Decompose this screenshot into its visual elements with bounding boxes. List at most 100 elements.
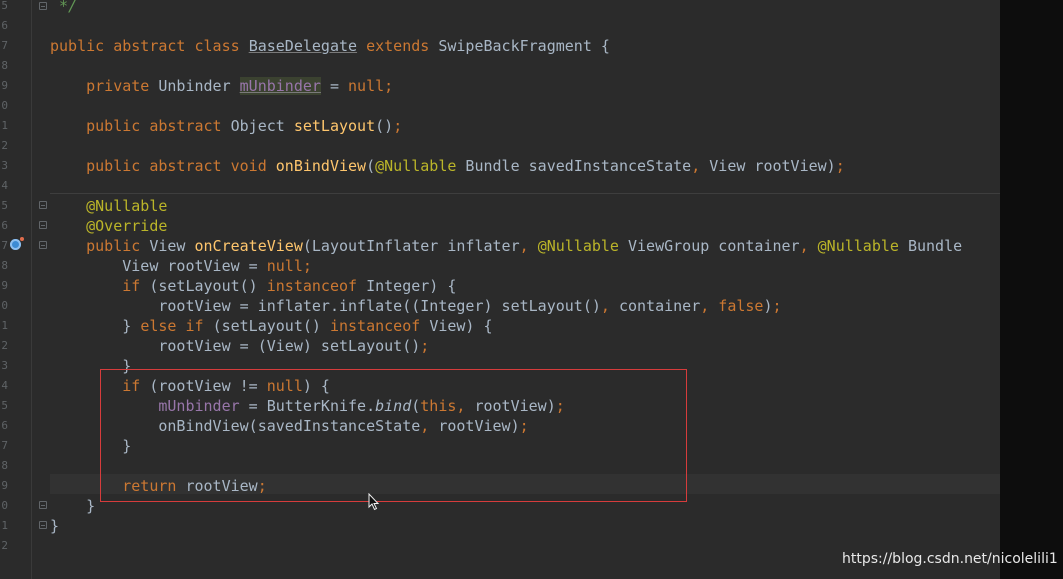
fold-icon[interactable] [39, 241, 47, 249]
code-token: , [600, 297, 619, 315]
line-number[interactable]: 3 [0, 356, 8, 376]
code-token: instanceof [266, 277, 367, 295]
code-token: View rootView) [709, 157, 836, 175]
code-token: (setLayout() [212, 317, 330, 335]
code-token: , [519, 237, 538, 255]
line-number[interactable]: 4 [0, 376, 8, 396]
line-number[interactable]: 9 [0, 276, 8, 296]
code-token: onCreateView [194, 237, 303, 255]
code-token: } [50, 497, 96, 515]
code-line[interactable]: } [50, 516, 59, 536]
code-token: = [320, 77, 349, 95]
code-line[interactable]: @Override [50, 216, 167, 236]
code-line[interactable]: private Unbinder mUnbinder = null; [50, 76, 393, 96]
code-token: @Nullable [817, 237, 899, 255]
line-number[interactable]: 2 [0, 536, 8, 556]
code-token: , [691, 157, 710, 175]
fold-icon[interactable] [39, 221, 47, 229]
line-number[interactable]: 6 [0, 416, 8, 436]
code-token: else if [140, 317, 213, 335]
line-number[interactable]: 5 [0, 196, 8, 216]
code-token: , [700, 297, 719, 315]
code-token: Integer) { [366, 277, 457, 295]
code-token: View) { [429, 317, 493, 335]
line-number[interactable]: 9 [0, 76, 8, 96]
code-token: */ [50, 0, 78, 15]
method-separator [50, 193, 1000, 194]
line-number[interactable]: 5 [0, 396, 8, 416]
code-token: } [50, 517, 60, 535]
line-number[interactable]: 6 [0, 16, 8, 36]
editor-gutter[interactable]: 5678901234567890123456789012 [0, 0, 32, 579]
line-number[interactable]: 8 [0, 56, 8, 76]
line-number[interactable]: 7 [0, 236, 8, 256]
line-number[interactable]: 8 [0, 256, 8, 276]
code-token: ( [366, 157, 376, 175]
line-number[interactable]: 7 [0, 436, 8, 456]
line-number[interactable]: 1 [0, 116, 8, 136]
line-number[interactable]: 0 [0, 96, 8, 116]
code-line[interactable]: rootView = (View) setLayout(); [50, 336, 429, 356]
line-number[interactable]: 3 [0, 156, 8, 176]
code-token: public abstract void [50, 157, 276, 175]
code-token: instanceof [329, 317, 430, 335]
code-token: onBindView [275, 157, 367, 175]
code-line[interactable]: } [50, 496, 95, 516]
code-line[interactable]: public abstract class BaseDelegate exten… [50, 36, 610, 56]
code-token: BaseDelegate [248, 37, 358, 55]
code-line[interactable]: public abstract void onBindView(@Nullabl… [50, 156, 845, 176]
code-token: public abstract [50, 117, 231, 135]
code-token: (setLayout() [149, 277, 267, 295]
line-number[interactable]: 1 [0, 516, 8, 536]
mouse-pointer-icon [368, 493, 380, 511]
code-token: (LayoutInflater inflater [302, 237, 520, 255]
line-number[interactable]: 7 [0, 36, 8, 56]
line-number[interactable]: 2 [0, 136, 8, 156]
line-number[interactable]: 0 [0, 496, 8, 516]
code-token: View [149, 237, 195, 255]
code-token: View rootView = [50, 257, 267, 275]
code-editor[interactable]: 5678901234567890123456789012 */public ab… [0, 0, 1000, 579]
gutter-divider [31, 0, 32, 579]
code-token: @Nullable [375, 157, 457, 175]
code-line[interactable]: public abstract Object setLayout(); [50, 116, 402, 136]
line-number[interactable]: 0 [0, 296, 8, 316]
window-edge [1000, 0, 1063, 579]
code-line[interactable]: public View onCreateView(LayoutInflater … [50, 236, 962, 256]
code-token: public [50, 237, 150, 255]
line-number[interactable]: 4 [0, 176, 8, 196]
fold-icon[interactable] [39, 201, 47, 209]
fold-icon[interactable] [39, 501, 47, 509]
code-token: container [618, 297, 701, 315]
line-number[interactable]: 2 [0, 336, 8, 356]
line-number[interactable]: 1 [0, 316, 8, 336]
line-number[interactable]: 9 [0, 476, 8, 496]
code-token: ; [393, 117, 403, 135]
override-method-icon[interactable] [10, 237, 24, 250]
code-line[interactable]: @Nullable [50, 196, 167, 216]
line-number[interactable]: 6 [0, 216, 8, 236]
code-token: () [375, 117, 394, 135]
code-token: SwipeBackFragment { [438, 37, 610, 55]
code-token: ViewGroup container [618, 237, 800, 255]
code-token: rootView = (View) setLayout() [50, 337, 421, 355]
code-line[interactable]: View rootView = null; [50, 256, 312, 276]
code-token: @Nullable [537, 237, 619, 255]
line-number[interactable]: 5 [0, 0, 8, 16]
code-token: mUnbinder [239, 77, 321, 95]
code-token: false [718, 297, 764, 315]
code-line[interactable]: rootView = inflater.inflate((Integer) se… [50, 296, 781, 316]
code-token: ; [384, 77, 394, 95]
code-token: @Nullable [50, 197, 168, 215]
code-token: private [50, 77, 159, 95]
line-number[interactable]: 8 [0, 456, 8, 476]
code-line[interactable]: if (setLayout() instanceof Integer) { [50, 276, 456, 296]
code-token: ; [835, 157, 845, 175]
code-token: extends [357, 37, 439, 55]
code-line[interactable]: } else if (setLayout() instanceof View) … [50, 316, 493, 336]
fold-icon[interactable] [39, 2, 47, 10]
code-token: null [348, 77, 385, 95]
code-token: ; [420, 337, 430, 355]
code-line[interactable]: */ [50, 0, 77, 16]
fold-icon[interactable] [39, 521, 47, 529]
